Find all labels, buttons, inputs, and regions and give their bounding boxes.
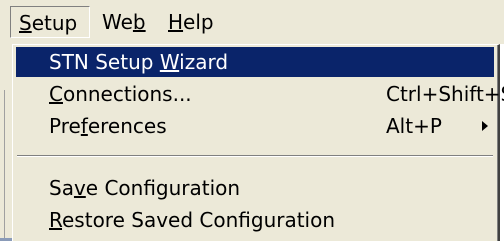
menu-item-label-post: izard	[179, 50, 229, 74]
menu-item-label-post: estore Saved Configuration	[62, 208, 336, 232]
menu-item-label: Save Configuration	[49, 173, 240, 203]
setup-dropdown-menu: STN Setup Wizard Connections... Ctrl+Shi…	[12, 44, 504, 241]
menu-item-accelerator: v	[73, 176, 86, 200]
menu-help[interactable]: Help	[160, 6, 222, 38]
menu-item-preferences[interactable]: Preferences Alt+P	[16, 111, 494, 141]
menu-item-label: STN Setup Wizard	[49, 47, 228, 77]
menu-item-shortcut: Alt+P	[386, 114, 442, 138]
menu-item-label-pre: Pre	[49, 114, 81, 138]
menu-item-accelerator: W	[159, 50, 180, 74]
submenu-arrow-icon	[482, 121, 488, 131]
menu-item-label: Restore Saved Configuration	[49, 205, 335, 235]
menu-web[interactable]: Web	[94, 6, 156, 38]
menu-item-label-post: e Configuration	[85, 176, 241, 200]
menu-item-restore-saved-configuration[interactable]: Restore Saved Configuration	[16, 205, 494, 235]
menu-bar: Setup Web Help	[0, 0, 504, 44]
menu-item-accelerator: f	[80, 114, 88, 138]
menu-item-stn-setup-wizard[interactable]: STN Setup Wizard	[16, 47, 494, 77]
menu-item-label-pre: Sa	[49, 176, 74, 200]
menu-item-label: Connections...	[49, 79, 192, 109]
menu-help-accelerator: H	[168, 10, 184, 34]
menu-separator	[17, 155, 493, 157]
menu-item-label-post: onnections...	[62, 82, 192, 106]
menu-item-label-post: erences	[87, 114, 167, 138]
menu-web-accelerator: b	[132, 10, 146, 34]
menu-help-label-post: elp	[183, 10, 214, 34]
background-window-divider	[4, 90, 5, 240]
menu-item-shortcut: Ctrl+Shift+S	[386, 82, 504, 106]
menu-web-label-pre: We	[102, 10, 133, 34]
menu-setup-accelerator: S	[19, 11, 32, 35]
menu-setup[interactable]: Setup	[10, 6, 90, 38]
menu-item-label: Preferences	[49, 111, 167, 141]
menu-item-connections[interactable]: Connections... Ctrl+Shift+S	[16, 79, 504, 109]
menu-item-label-pre: STN Setup	[49, 50, 160, 74]
menu-setup-label-post: etup	[31, 11, 78, 35]
menu-item-accelerator: R	[49, 208, 62, 232]
menu-item-save-configuration[interactable]: Save Configuration	[16, 173, 494, 203]
screenshot-stage: Setup Web Help STN Setup Wizard Connecti…	[0, 0, 504, 241]
menu-item-accelerator: C	[49, 82, 63, 106]
